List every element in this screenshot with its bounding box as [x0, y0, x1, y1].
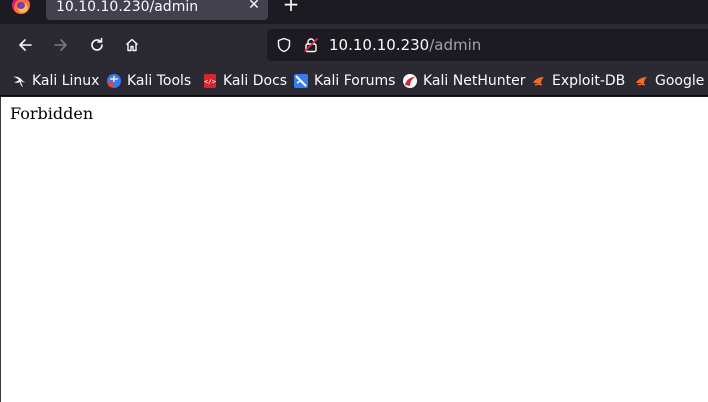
bookmark-label: Kali NetHunter [423, 73, 526, 89]
ghdb-icon [634, 73, 650, 89]
reload-button[interactable] [87, 35, 107, 55]
kali-docs-icon: </> [202, 73, 218, 89]
home-button[interactable] [122, 35, 142, 55]
nethunter-icon [402, 73, 418, 89]
navigation-toolbar: 10.10.10.230/admin [0, 24, 708, 66]
kali-tools-icon [106, 73, 122, 89]
bookmark-kali-linux[interactable]: Kali Linux [11, 71, 99, 91]
bookmark-kali-nethunter[interactable]: Kali NetHunter [402, 71, 525, 91]
new-tab-button[interactable]: + [282, 0, 300, 14]
url-bar[interactable]: 10.10.10.230/admin [267, 29, 708, 61]
shield-icon[interactable] [276, 37, 292, 57]
bookmarks-toolbar: Kali Linux Kali Tools </> Kali Docs Kali… [0, 66, 708, 96]
back-button[interactable] [15, 35, 35, 55]
bookmark-kali-tools[interactable]: Kali Tools [106, 71, 191, 91]
bookmark-label: Exploit-DB [552, 73, 626, 89]
kali-dragon-icon [11, 73, 27, 89]
bookmark-exploit-db[interactable]: Exploit-DB [531, 71, 625, 91]
kali-forums-icon [293, 73, 309, 89]
forward-button[interactable] [51, 35, 71, 55]
bookmark-kali-docs[interactable]: </> Kali Docs [202, 71, 287, 91]
bookmark-label: Kali Tools [127, 73, 192, 89]
arrow-left-icon [19, 39, 32, 51]
home-icon [126, 38, 138, 52]
bookmark-label: Kali Linux [32, 73, 100, 89]
tab-title: 10.10.10.230/admin [56, 0, 199, 15]
bookmark-label: Kali Docs [223, 73, 288, 89]
lock-warning-icon[interactable] [303, 37, 319, 57]
arrow-right-icon [54, 39, 67, 51]
url-host: 10.10.10.230 [329, 36, 430, 54]
url-path: /admin [429, 36, 482, 54]
bookmark-label: Kali Forums [314, 73, 396, 89]
forbidden-message: Forbidden [10, 104, 94, 123]
tab-active[interactable]: 10.10.10.230/admin ✕ [46, 0, 268, 20]
url-text[interactable]: 10.10.10.230/admin [329, 36, 481, 54]
bookmark-kali-forums[interactable]: Kali Forums [293, 71, 395, 91]
firefox-logo-icon [12, 0, 30, 14]
reload-icon [91, 37, 103, 51]
tab-strip: 10.10.10.230/admin ✕ + [0, 0, 708, 24]
bookmark-google-hacking-db[interactable]: Google H [634, 71, 708, 91]
svg-text:</>: </> [204, 78, 216, 86]
exploit-db-icon [531, 73, 547, 89]
close-icon[interactable]: ✕ [246, 0, 262, 13]
page-content: Forbidden [0, 97, 708, 402]
bookmark-label: Google H [655, 73, 708, 89]
